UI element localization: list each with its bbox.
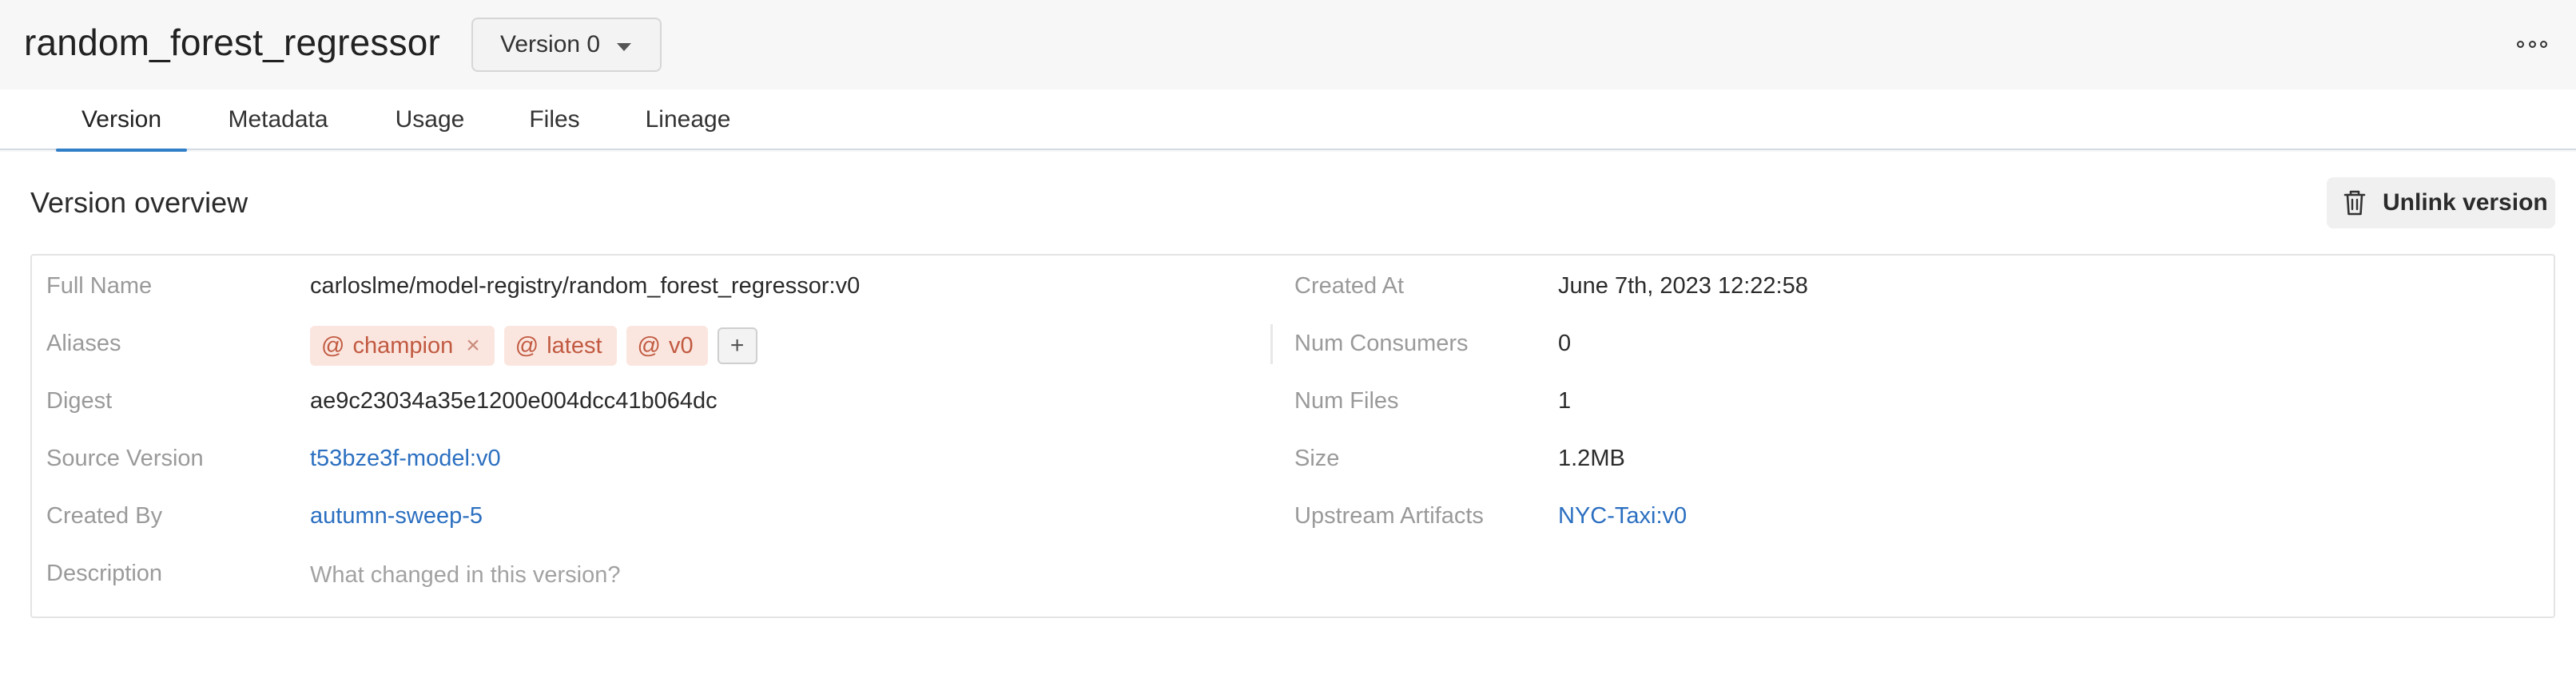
size-label: Size	[1294, 446, 1340, 471]
num-consumers-value: 0	[1558, 331, 1572, 356]
at-icon: @	[515, 332, 539, 359]
more-dot	[2540, 40, 2547, 48]
more-dot	[2517, 40, 2524, 48]
at-icon: @	[637, 332, 661, 359]
more-options-icon[interactable]	[2517, 32, 2547, 56]
page-title: random_forest_regressor	[24, 22, 441, 63]
digest-label: Digest	[46, 388, 113, 414]
aliases-list: @ champion × @ latest @ v0 +	[310, 326, 757, 366]
alias-chip-latest[interactable]: @ latest	[503, 326, 617, 366]
unlink-version-label: Unlink version	[2383, 189, 2548, 216]
num-files-label: Num Files	[1294, 388, 1399, 414]
upstream-artifacts-link[interactable]: NYC-Taxi:v0	[1558, 500, 1687, 532]
source-version-label: Source Version	[46, 446, 204, 471]
version-panel: Version overview Unlink version Full Nam…	[0, 152, 2576, 690]
at-icon: @	[321, 332, 345, 359]
created-by-link[interactable]: autumn-sweep-5	[310, 500, 483, 532]
aliases-label: Aliases	[46, 331, 121, 356]
alias-name: latest	[547, 332, 602, 359]
unlink-version-button[interactable]: Unlink version	[2327, 177, 2555, 228]
tab-version[interactable]: Version	[56, 89, 187, 152]
size-value: 1.2MB	[1558, 446, 1625, 471]
more-dot	[2528, 40, 2536, 48]
digest-value: ae9c23034a35e1200e004dcc41b064dc	[310, 388, 718, 414]
created-by-label: Created By	[46, 503, 163, 529]
tab-bar: Version Metadata Usage Files Lineage	[0, 89, 2576, 152]
version-dropdown-label: Version 0	[500, 31, 601, 58]
tab-lineage[interactable]: Lineage	[634, 89, 741, 150]
upstream-artifacts-label: Upstream Artifacts	[1294, 503, 1484, 529]
close-icon[interactable]: ×	[466, 332, 480, 359]
version-overview-card: Full Name carloslme/model-registry/rando…	[30, 254, 2555, 618]
full-name-label: Full Name	[46, 273, 153, 299]
section-title: Version overview	[30, 186, 248, 219]
created-at-value: June 7th, 2023 12:22:58	[1558, 273, 1808, 299]
plus-icon[interactable]: +	[717, 327, 757, 364]
tab-files[interactable]: Files	[518, 89, 591, 150]
description-input[interactable]: What changed in this version?	[310, 559, 621, 591]
source-version-link[interactable]: t53bze3f-model:v0	[310, 442, 501, 474]
num-consumers-label: Num Consumers	[1294, 331, 1469, 356]
alias-name: champion	[352, 332, 454, 359]
trash-icon	[2343, 190, 2366, 216]
tab-usage[interactable]: Usage	[379, 89, 481, 150]
alias-name: v0	[668, 332, 694, 359]
alias-chip-champion[interactable]: @ champion ×	[310, 326, 495, 366]
column-divider	[1270, 324, 1273, 364]
created-at-label: Created At	[1294, 273, 1405, 299]
full-name-value: carloslme/model-registry/random_forest_r…	[310, 273, 861, 299]
tab-metadata[interactable]: Metadata	[214, 89, 342, 150]
caret-down-icon	[617, 43, 631, 51]
description-label: Description	[46, 561, 163, 586]
num-files-value: 1	[1558, 388, 1572, 414]
alias-chip-v0[interactable]: @ v0	[626, 326, 708, 366]
header-bar: random_forest_regressor Version 0	[0, 0, 2576, 89]
version-dropdown[interactable]: Version 0	[471, 18, 662, 72]
